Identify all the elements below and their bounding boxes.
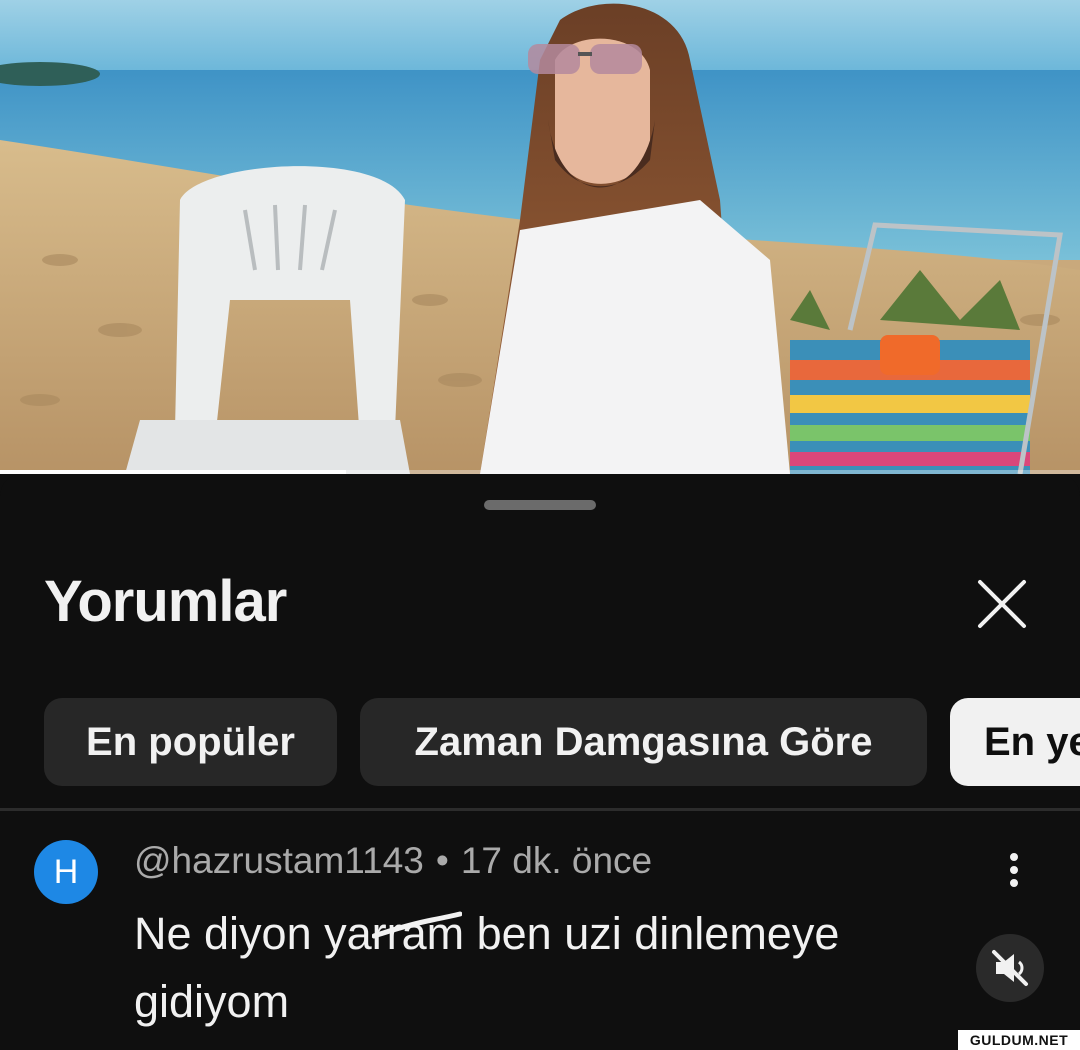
comments-title: Yorumlar [44, 569, 287, 634]
site-watermark: GULDUM.NET [958, 1030, 1080, 1050]
chip-newest[interactable]: En yeni [950, 698, 1080, 786]
comments-sheet: Yorumlar En popüler Zaman Damgasına Göre… [0, 474, 1080, 1050]
comment-meta: @hazrustam1143 • 17 dk. önce [134, 840, 652, 882]
comment-text-before: Ne diyon [134, 908, 325, 959]
close-icon[interactable] [968, 570, 1036, 638]
video-player[interactable] [0, 0, 1080, 474]
video-frame-image [0, 0, 1080, 474]
drag-handle[interactable] [484, 500, 596, 510]
comment-author[interactable]: @hazrustam1143 [134, 840, 424, 881]
comment-text-censored: yarram [324, 908, 465, 959]
chip-timestamp[interactable]: Zaman Damgasına Göre [360, 698, 927, 786]
meta-separator: • [435, 840, 449, 881]
chip-popular[interactable]: En popüler [44, 698, 337, 786]
more-vertical-icon[interactable] [994, 848, 1034, 892]
comment-sort-chips: En popüler Zaman Damgasına Göre En yeni [44, 698, 1080, 788]
comment-time: 17 dk. önce [460, 840, 653, 881]
volume-mute-icon[interactable] [976, 934, 1044, 1002]
avatar[interactable]: H [34, 840, 98, 904]
comment-text: Ne diyon yarram ben uzi dinlemeye gidiyo… [134, 900, 954, 1036]
chips-divider [0, 808, 1080, 811]
